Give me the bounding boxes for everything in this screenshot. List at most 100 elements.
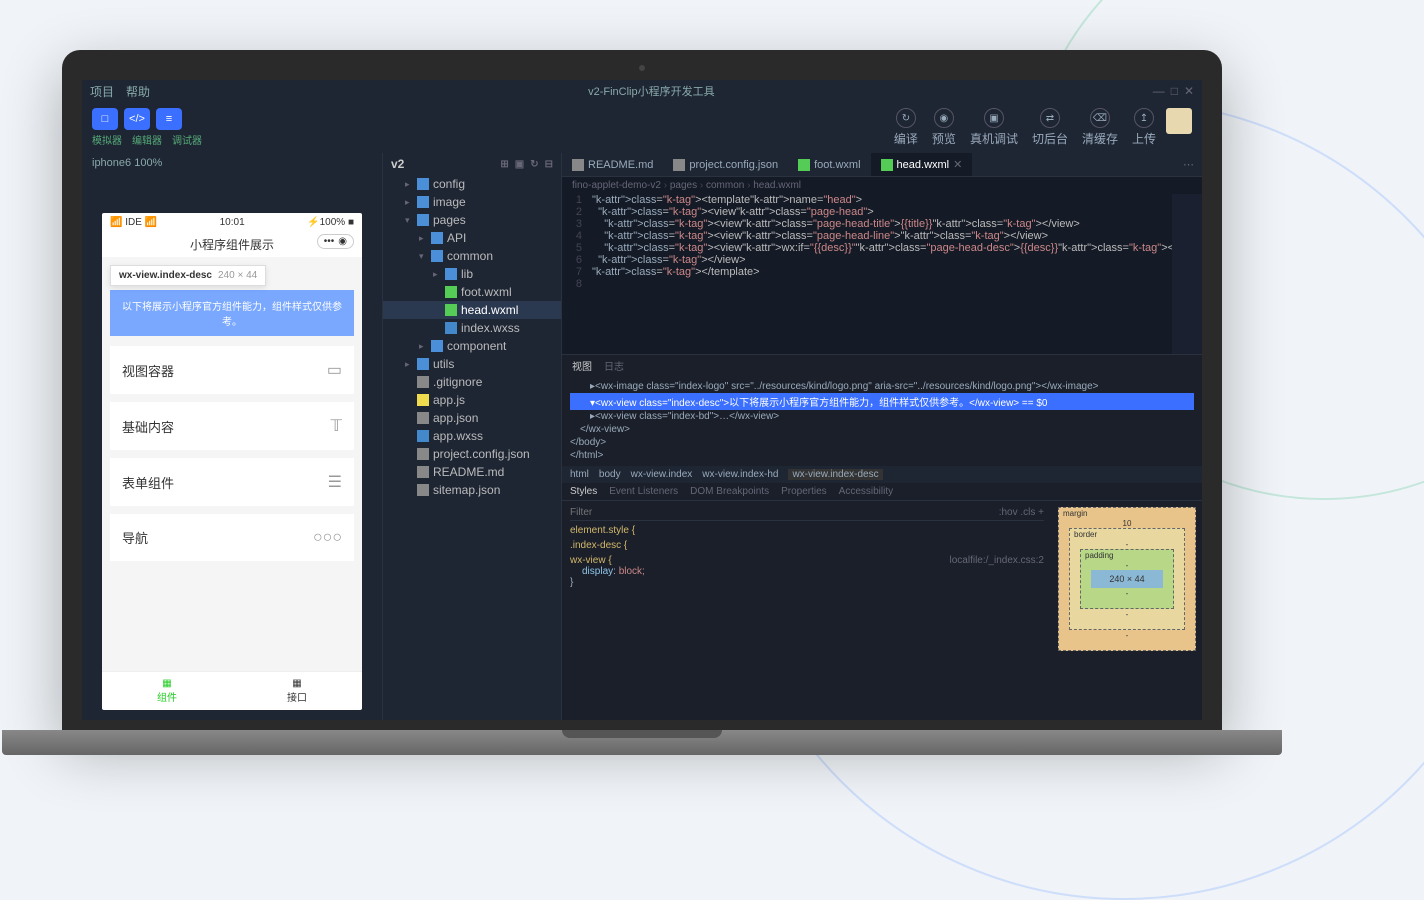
folder-icon bbox=[431, 340, 443, 352]
dom-crumb-item[interactable]: wx-view.index bbox=[631, 469, 693, 480]
action-切后台[interactable]: ⇄切后台 bbox=[1032, 108, 1068, 147]
capsule-button[interactable]: •••◉ bbox=[317, 234, 354, 249]
editor-tab[interactable]: foot.wxml bbox=[788, 153, 870, 176]
tree-node[interactable]: index.wxss bbox=[383, 319, 561, 337]
list-item[interactable]: 视图容器▭ bbox=[110, 346, 354, 394]
tree-node[interactable]: project.config.json bbox=[383, 445, 561, 463]
devtab-log[interactable]: 日志 bbox=[604, 358, 624, 373]
style-tab[interactable]: Accessibility bbox=[839, 486, 893, 497]
folder-icon bbox=[431, 250, 443, 262]
project-root[interactable]: v2 bbox=[391, 157, 404, 171]
maximize-icon[interactable]: □ bbox=[1171, 84, 1178, 98]
style-tab[interactable]: Styles bbox=[570, 486, 597, 497]
style-tab[interactable]: Event Listeners bbox=[609, 486, 678, 497]
close-tab-icon[interactable]: ✕ bbox=[953, 158, 962, 171]
dom-crumb-item[interactable]: html bbox=[570, 469, 589, 480]
laptop-frame: 项目 帮助 v2-FinClip小程序开发工具 — □ ✕ □ </> ≡ 模拟… bbox=[62, 50, 1222, 755]
label-editor: 编辑器 bbox=[132, 132, 162, 147]
action-编译[interactable]: ↻编译 bbox=[894, 108, 918, 147]
tree-node[interactable]: app.wxss bbox=[383, 427, 561, 445]
label-simulator: 模拟器 bbox=[92, 132, 122, 147]
action-真机调试[interactable]: ▣真机调试 bbox=[970, 108, 1018, 147]
tree-node[interactable]: sitemap.json bbox=[383, 481, 561, 499]
devtab-view[interactable]: 视图 bbox=[572, 358, 592, 373]
style-filter-actions[interactable]: :hov .cls + bbox=[999, 507, 1044, 518]
toggle-debugger[interactable]: ≡ bbox=[156, 108, 182, 130]
toggle-simulator[interactable]: □ bbox=[92, 108, 118, 130]
folder-icon bbox=[445, 268, 457, 280]
editor-tab[interactable]: project.config.json bbox=[663, 153, 788, 176]
style-tab[interactable]: DOM Breakpoints bbox=[690, 486, 769, 497]
tree-node[interactable]: head.wxml bbox=[383, 301, 561, 319]
file-icon bbox=[417, 376, 429, 388]
phone-tab[interactable]: ▦组件 bbox=[102, 672, 232, 710]
tree-node[interactable]: ▸API bbox=[383, 229, 561, 247]
js-icon bbox=[417, 394, 429, 406]
file-explorer: v2 ⊞ ▣ ↻ ⊟ ▸config▸image▾pages▸API▾commo… bbox=[382, 153, 562, 720]
style-rules[interactable]: :hov .cls + element.style {.index-desc {… bbox=[562, 501, 1052, 720]
new-folder-icon[interactable]: ▣ bbox=[515, 159, 524, 170]
folder-icon bbox=[417, 358, 429, 370]
phone-tab[interactable]: ▦接口 bbox=[232, 672, 362, 710]
minimap[interactable] bbox=[1172, 194, 1202, 354]
dom-tree[interactable]: ▸<wx-image class="index-logo" src="../re… bbox=[562, 376, 1202, 466]
tree-node[interactable]: app.json bbox=[383, 409, 561, 427]
style-filter-input[interactable] bbox=[570, 507, 999, 518]
action-清缓存[interactable]: ⌫清缓存 bbox=[1082, 108, 1118, 147]
inspected-element[interactable]: 以下将展示小程序官方组件能力，组件样式仅供参考。 bbox=[110, 290, 354, 336]
tree-node[interactable]: ▸utils bbox=[383, 355, 561, 373]
inspect-tooltip: wx-view.index-desc240 × 44 bbox=[110, 265, 266, 286]
tree-node[interactable]: app.js bbox=[383, 391, 561, 409]
wxss-icon bbox=[445, 322, 457, 334]
tree-node[interactable]: ▸lib bbox=[383, 265, 561, 283]
dom-crumb-item[interactable]: wx-view.index-desc bbox=[788, 469, 882, 480]
laptop-base bbox=[2, 730, 1282, 755]
list-item[interactable]: 基础内容𝕋 bbox=[110, 402, 354, 450]
tree-node[interactable]: foot.wxml bbox=[383, 283, 561, 301]
collapse-icon[interactable]: ⊟ bbox=[545, 159, 553, 170]
folder-icon bbox=[431, 232, 443, 244]
dom-crumb-item[interactable]: wx-view.index-hd bbox=[702, 469, 778, 480]
titlebar: 项目 帮助 v2-FinClip小程序开发工具 — □ ✕ bbox=[82, 80, 1202, 102]
menu-project[interactable]: 项目 bbox=[90, 83, 114, 100]
editor-tab[interactable]: head.wxml✕ bbox=[871, 153, 973, 176]
new-file-icon[interactable]: ⊞ bbox=[500, 159, 508, 170]
tabs-more-icon[interactable]: ⋯ bbox=[1175, 153, 1202, 176]
menu-help[interactable]: 帮助 bbox=[126, 83, 150, 100]
md-icon bbox=[572, 159, 584, 171]
ide-app: 项目 帮助 v2-FinClip小程序开发工具 — □ ✕ □ </> ≡ 模拟… bbox=[82, 80, 1202, 720]
tree-node[interactable]: ▸component bbox=[383, 337, 561, 355]
tree-node[interactable]: .gitignore bbox=[383, 373, 561, 391]
style-tab[interactable]: Properties bbox=[781, 486, 827, 497]
refresh-icon[interactable]: ↻ bbox=[530, 159, 538, 170]
dom-crumb-item[interactable]: body bbox=[599, 469, 621, 480]
folder-icon bbox=[417, 178, 429, 190]
editor-tab[interactable]: README.md bbox=[562, 153, 663, 176]
tree-node[interactable]: ▾common bbox=[383, 247, 561, 265]
breadcrumb[interactable]: fino-applet-demo-v2pagescommonhead.wxml bbox=[562, 177, 1202, 194]
folder-icon bbox=[417, 196, 429, 208]
action-上传[interactable]: ↥上传 bbox=[1132, 108, 1156, 147]
status-time: 10:01 bbox=[220, 217, 245, 228]
avatar[interactable] bbox=[1166, 108, 1192, 134]
tree-node[interactable]: ▸config bbox=[383, 175, 561, 193]
code-editor[interactable]: 1"k-attr">class="k-tag"><template "k-att… bbox=[562, 194, 1202, 354]
wxml-icon bbox=[881, 159, 893, 171]
json-icon bbox=[417, 484, 429, 496]
tree-node[interactable]: ▾pages bbox=[383, 211, 561, 229]
toggle-editor[interactable]: </> bbox=[124, 108, 150, 130]
list-item[interactable]: 表单组件☰ bbox=[110, 458, 354, 506]
tree-node[interactable]: ▸image bbox=[383, 193, 561, 211]
minimize-icon[interactable]: — bbox=[1153, 84, 1165, 98]
dom-breadcrumb[interactable]: html body wx-view.index wx-view.index-hd wx-… bbox=[562, 466, 1202, 483]
device-label: iphone6 100% bbox=[82, 153, 382, 173]
box-model[interactable]: margin 10 border - padding - 240 × 44 - bbox=[1052, 501, 1202, 720]
wxml-icon bbox=[445, 304, 457, 316]
json-icon bbox=[673, 159, 685, 171]
json-icon bbox=[417, 448, 429, 460]
close-icon[interactable]: ✕ bbox=[1184, 84, 1194, 98]
tree-node[interactable]: README.md bbox=[383, 463, 561, 481]
list-item[interactable]: 导航○○○ bbox=[110, 514, 354, 561]
action-预览[interactable]: ◉预览 bbox=[932, 108, 956, 147]
phone-frame: 📶 IDE 📶 10:01 ⚡100% ■ 小程序组件展示 •••◉ wx-vi… bbox=[102, 213, 362, 710]
